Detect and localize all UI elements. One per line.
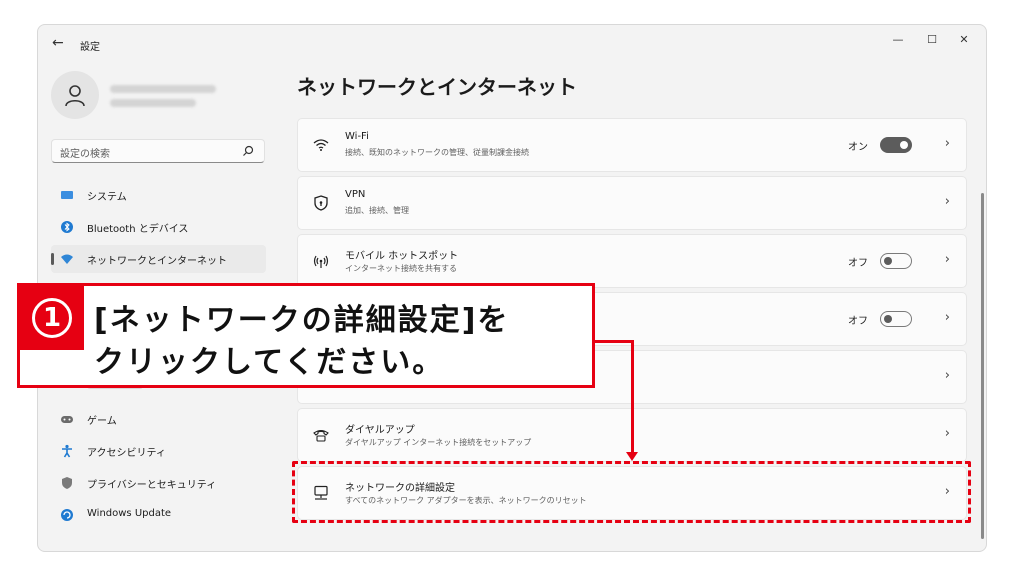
system-icon [61,191,73,199]
chevron-right-icon: › [944,252,950,267]
sidebar-item-label: ゲーム [87,416,117,427]
search-placeholder: 設定の検索 [60,149,110,160]
chevron-right-icon: › [944,194,950,209]
step-number: 1 [32,298,72,338]
instruction-callout: 1 [ネットワークの詳細設定]を クリックしてください。 [17,283,595,388]
app-title: 設定 [80,42,100,53]
card-subtitle: ダイヤルアップ インターネット接続をセットアップ [345,438,532,447]
sidebar-item-label: Bluetooth とデバイス [87,224,189,235]
user-name-blurred [110,85,216,93]
sidebar-item-label: ネットワークとインターネット [87,256,227,267]
toggle-state-label: オン [848,142,868,153]
card-subtitle: 接続、既知のネットワークの管理、従量制課金接続 [345,148,529,157]
wifi-card[interactable]: Wi-Fi 接続、既知のネットワークの管理、従量制課金接続 オン › [297,118,967,172]
maximize-button[interactable]: ☐ [914,29,950,51]
vpn-shield-icon [314,195,328,211]
chevron-right-icon: › [944,368,950,383]
sidebar-item-label: Windows Update [87,508,172,519]
toggle-state-label: オフ [848,258,868,269]
highlight-box [292,461,971,523]
user-email-blurred [110,99,196,107]
sidebar-item-system[interactable]: システム [51,181,266,209]
update-icon [61,509,73,521]
card-title: Wi-Fi [345,131,369,142]
wifi-icon [313,139,329,151]
dial-up-phone-icon [313,429,329,442]
scrollbar[interactable] [981,193,984,539]
sidebar-item-bluetooth[interactable]: Bluetooth とデバイス [51,213,266,241]
sidebar-item-label: プライバシーとセキュリティ [87,480,217,491]
bluetooth-icon [61,221,73,233]
chevron-right-icon: › [944,426,950,441]
game-icon [61,416,73,423]
network-icon [61,254,73,264]
card-title: モバイル ホットスポット [345,251,459,262]
sidebar-item-label: システム [87,192,127,203]
hotspot-icon [313,255,329,268]
avatar[interactable] [51,71,99,119]
page-title: ネットワークとインターネット [297,75,577,99]
hotspot-toggle[interactable] [880,253,912,269]
wifi-toggle[interactable] [880,137,912,153]
chevron-right-icon: › [944,136,950,151]
instruction-line-2: クリックしてください。 [94,345,445,380]
chevron-right-icon: › [944,310,950,325]
card-title: VPN [345,189,366,200]
sidebar-item-gaming[interactable]: ゲーム [51,405,266,433]
arrow-head [626,452,638,461]
close-button[interactable]: ✕ [946,29,982,51]
sidebar-item-label: アクセシビリティ [87,448,166,459]
person-icon [65,85,85,107]
search-icon [243,145,254,156]
minimize-button[interactable]: — [880,29,916,51]
card-subtitle: インターネット接続を共有する [345,264,457,273]
sidebar-item-network[interactable]: ネットワークとインターネット [51,245,266,273]
active-indicator [51,253,54,265]
instruction-line-1: [ネットワークの詳細設定]を [94,303,510,338]
sidebar-item-accessibility[interactable]: アクセシビリティ [51,437,266,465]
vpn-card[interactable]: VPN 追加、接続、管理 › [297,176,967,230]
arrow-connector [592,340,634,343]
accessibility-icon [62,444,72,458]
shield-icon [62,477,72,489]
arrow-shaft [631,341,634,453]
sidebar-item-windows-update[interactable]: Windows Update [51,501,266,529]
title-bar: ← 設定 — ☐ ✕ [38,25,986,65]
card-title: ダイヤルアップ [345,425,415,436]
step-badge: 1 [20,286,84,350]
mobile-hotspot-card[interactable]: モバイル ホットスポット インターネット接続を共有する オフ › [297,234,967,288]
sidebar-item-privacy[interactable]: プライバシーとセキュリティ [51,469,266,497]
toggle-state-label: オフ [848,316,868,327]
airplane-toggle[interactable] [880,311,912,327]
back-arrow-icon[interactable]: ← [52,35,64,51]
card-subtitle: 追加、接続、管理 [345,206,409,215]
search-input[interactable]: 設定の検索 [51,139,265,163]
